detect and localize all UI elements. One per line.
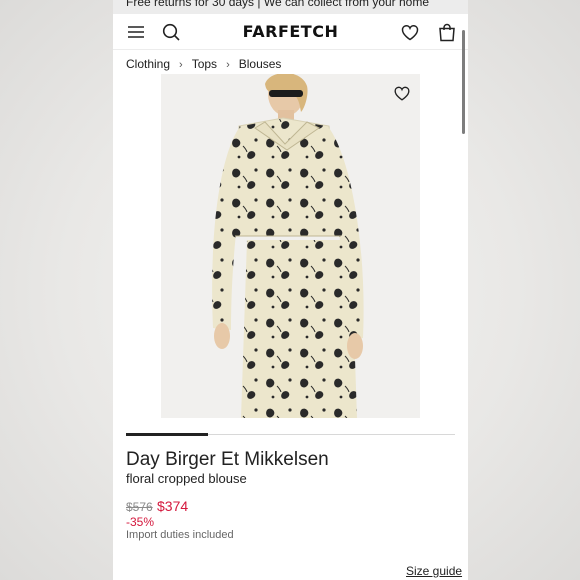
breadcrumb-item-clothing[interactable]: Clothing bbox=[126, 57, 170, 71]
discount-badge: -35% bbox=[126, 515, 155, 529]
image-carousel-indicator bbox=[126, 433, 209, 436]
wishlist-heart-icon[interactable] bbox=[399, 21, 421, 43]
site-header: FARFETCH bbox=[113, 14, 468, 50]
breadcrumb-item-tops[interactable]: Tops bbox=[192, 57, 217, 71]
size-guide-link[interactable]: Size guide bbox=[406, 564, 462, 578]
sale-price: $374 bbox=[157, 498, 189, 514]
breadcrumb: Clothing › Tops › Blouses bbox=[126, 57, 281, 71]
scrollbar[interactable] bbox=[462, 30, 465, 134]
product-image[interactable] bbox=[161, 74, 420, 418]
breadcrumb-separator: › bbox=[226, 59, 230, 71]
breadcrumb-item-blouses[interactable]: Blouses bbox=[239, 57, 282, 71]
promo-banner[interactable]: Free returns for 30 days | We can collec… bbox=[113, 0, 468, 14]
original-price: $576 bbox=[126, 500, 153, 514]
product-description: floral cropped blouse bbox=[126, 471, 247, 486]
add-to-wishlist-heart-icon[interactable] bbox=[392, 83, 412, 103]
mobile-page: Free returns for 30 days | We can collec… bbox=[113, 0, 468, 580]
shopping-bag-icon[interactable] bbox=[436, 21, 458, 43]
breadcrumb-separator: › bbox=[179, 59, 183, 71]
product-brand[interactable]: Day Birger Et Mikkelsen bbox=[126, 449, 329, 471]
import-duties-note: Import duties included bbox=[126, 529, 234, 541]
